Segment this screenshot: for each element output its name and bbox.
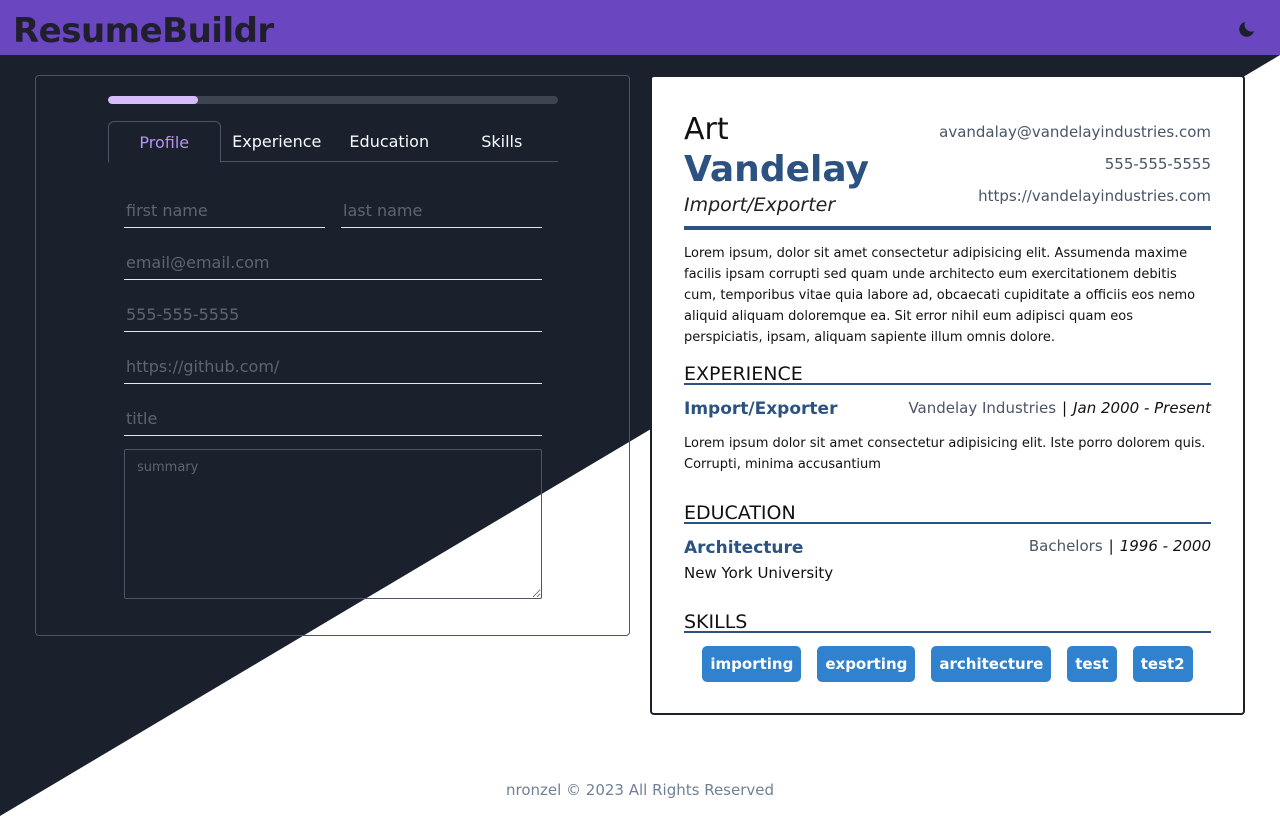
education-divider	[684, 522, 1211, 524]
skill-badge: importing	[702, 646, 802, 682]
form-progress-bar	[108, 96, 558, 104]
experience-meta: Vandelay Industries | Jan 2000 - Present	[908, 397, 1211, 419]
tab-education[interactable]: Education	[333, 121, 446, 162]
title-input[interactable]	[124, 402, 542, 436]
experience-description: Lorem ipsum dolor sit amet consectetur a…	[684, 436, 1206, 472]
form-tabs: Profile Experience Education Skills	[108, 121, 559, 163]
skill-badge: architecture	[931, 646, 1052, 682]
header-divider	[684, 226, 1211, 230]
skills-list: importing exporting architecture test te…	[684, 646, 1211, 682]
experience-company: Vandelay Industries	[908, 399, 1057, 417]
skills-divider	[684, 631, 1211, 633]
education-school: New York University	[684, 564, 834, 582]
education-field: Architecture	[684, 538, 804, 558]
url-input[interactable]	[124, 350, 542, 384]
resume-last-name: Vandelay	[684, 149, 869, 190]
separator: |	[1062, 399, 1068, 417]
resume-url: https://vandelayindustries.com	[978, 187, 1211, 205]
resume-preview: Art Vandelay Import/Exporter avandalay@v…	[650, 75, 1245, 715]
resume-job-title: Import/Exporter	[684, 194, 836, 216]
tab-profile[interactable]: Profile	[108, 121, 221, 163]
skill-badge: exporting	[817, 646, 916, 682]
resume-summary: Lorem ipsum, dolor sit amet consectetur …	[684, 246, 1196, 345]
progress-fill	[108, 96, 198, 104]
moon-icon	[1239, 22, 1254, 37]
theme-toggle-button[interactable]	[1236, 16, 1260, 40]
last-name-input[interactable]	[341, 194, 542, 228]
experience-role: Import/Exporter	[684, 399, 838, 419]
top-navbar: ResumeBuildr	[0, 0, 1280, 55]
resume-phone: 555-555-5555	[1104, 155, 1211, 173]
brand-logo[interactable]: ResumeBuildr	[13, 9, 274, 53]
email-input[interactable]	[124, 246, 542, 280]
summary-textarea[interactable]	[124, 449, 542, 599]
resume-first-name: Art	[684, 112, 729, 147]
education-degree: Bachelors	[1028, 537, 1103, 555]
education-meta: Bachelors | 1996 - 2000	[1029, 535, 1211, 557]
separator: |	[1108, 537, 1114, 555]
education-dates: 1996 - 2000	[1119, 537, 1211, 555]
experience-dates: Jan 2000 - Present	[1073, 399, 1211, 417]
footer-copyright: nronzel © 2023 All Rights Reserved	[505, 781, 775, 799]
first-name-input[interactable]	[124, 194, 325, 228]
skill-badge: test	[1067, 646, 1117, 682]
skill-badge: test2	[1132, 646, 1193, 682]
tab-skills[interactable]: Skills	[446, 121, 559, 162]
tab-experience[interactable]: Experience	[221, 121, 334, 162]
experience-divider	[684, 383, 1211, 385]
phone-input[interactable]	[124, 298, 542, 332]
resume-email: avandalay@vandelayindustries.com	[939, 123, 1211, 141]
profile-form-card: Profile Experience Education Skills	[35, 75, 630, 636]
